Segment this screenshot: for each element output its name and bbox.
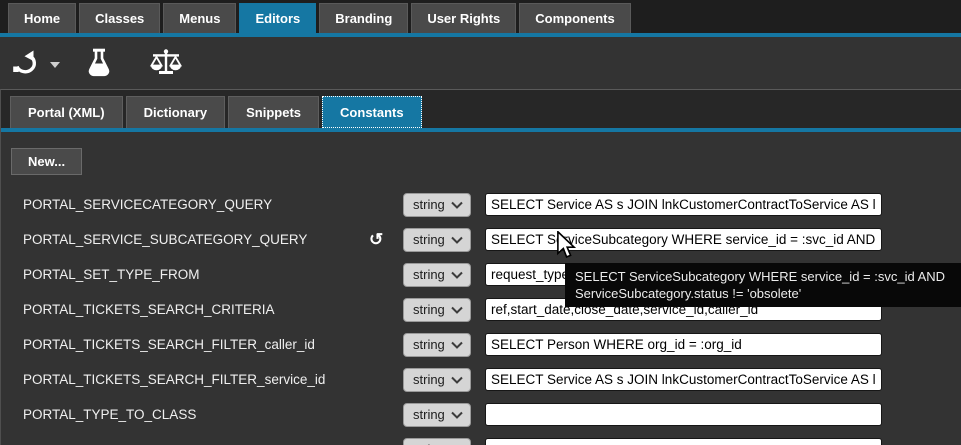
constant-name: PORTAL_SERVICE_SUBCATEGORY_QUERY [23, 232, 363, 247]
tab-menus[interactable]: Menus [163, 3, 236, 33]
constant-name: PORTAL_TICKETS_SEARCH_CRITERIA [23, 302, 363, 317]
tab-classes[interactable]: Classes [79, 3, 160, 33]
chevron-down-icon [451, 411, 463, 419]
undo-dropdown-caret-icon[interactable] [50, 62, 60, 68]
constant-row: PORTAL_TYPE_TO_CLASS string [1, 397, 961, 432]
constant-value-input[interactable] [485, 333, 882, 356]
chevron-down-icon [451, 271, 463, 279]
type-select[interactable]: string [403, 228, 471, 252]
type-select[interactable]: string [403, 298, 471, 322]
flask-icon[interactable] [86, 48, 112, 78]
constant-name: PORTAL_TICKETS_SEARCH_FILTER_caller_id [23, 337, 363, 352]
scales-icon[interactable] [148, 48, 184, 78]
constant-row: PORTAL_SERVICE_SUBCATEGORY_QUERY ↻ strin… [1, 222, 961, 257]
tab-dictionary[interactable]: Dictionary [126, 96, 226, 128]
tab-constants[interactable]: Constants [322, 96, 422, 128]
constant-name: PORTAL_TICKETS_SEARCH_FILTER_service_id [23, 372, 363, 387]
chevron-down-icon [451, 306, 463, 314]
tooltip-line-2: ServiceSubcategory.status != 'obsolete' [575, 285, 951, 302]
constant-name: PORTAL_TYPE_TO_CLASS [23, 407, 363, 422]
constant-value-input[interactable] [485, 403, 882, 426]
chevron-down-icon [451, 201, 463, 209]
tooltip-line-1: SELECT ServiceSubcategory WHERE service_… [575, 268, 951, 285]
tab-portal-xml[interactable]: Portal (XML) [10, 96, 123, 128]
chevron-down-icon [451, 376, 463, 384]
constant-value-input[interactable] [485, 228, 882, 251]
tab-branding[interactable]: Branding [319, 3, 408, 33]
type-select[interactable]: string [403, 333, 471, 357]
constant-value-input[interactable] [485, 438, 882, 445]
chevron-down-icon [451, 236, 463, 244]
tab-home[interactable]: Home [8, 3, 76, 33]
constant-name: PORTAL_SET_TYPE_FROM [23, 267, 363, 282]
type-select[interactable]: string [403, 368, 471, 392]
constant-value-input[interactable] [485, 368, 882, 391]
constant-row: PORTAL_TICKETS_SEARCH_FILTER_caller_id s… [1, 327, 961, 362]
type-select[interactable]: string [403, 438, 471, 445]
undo-icon[interactable] [10, 49, 40, 77]
chevron-down-icon [451, 341, 463, 349]
new-constant-button[interactable]: New... [11, 148, 82, 175]
type-select[interactable]: string [403, 263, 471, 287]
type-select[interactable]: string [403, 403, 471, 427]
revert-icon[interactable]: ↻ [369, 232, 383, 248]
constant-row-partial: string [1, 432, 961, 445]
type-select[interactable]: string [403, 193, 471, 217]
tab-editors[interactable]: Editors [239, 3, 316, 33]
top-tab-bar: Home Classes Menus Editors Branding User… [0, 0, 961, 33]
tab-user-rights[interactable]: User Rights [411, 3, 516, 33]
constants-list: PORTAL_SERVICECATEGORY_QUERY string PORT… [1, 187, 961, 445]
constant-name: PORTAL_SERVICECATEGORY_QUERY [23, 197, 363, 212]
tab-snippets[interactable]: Snippets [228, 96, 319, 128]
constant-row: PORTAL_TICKETS_SEARCH_FILTER_service_id … [1, 362, 961, 397]
constant-value-input[interactable] [485, 193, 882, 216]
value-tooltip: SELECT ServiceSubcategory WHERE service_… [565, 263, 961, 307]
constant-row: PORTAL_SERVICECATEGORY_QUERY string [1, 187, 961, 222]
tab-components[interactable]: Components [519, 3, 630, 33]
toolbar [0, 37, 961, 89]
sub-tab-bar: Portal (XML) Dictionary Snippets Constan… [1, 90, 961, 128]
